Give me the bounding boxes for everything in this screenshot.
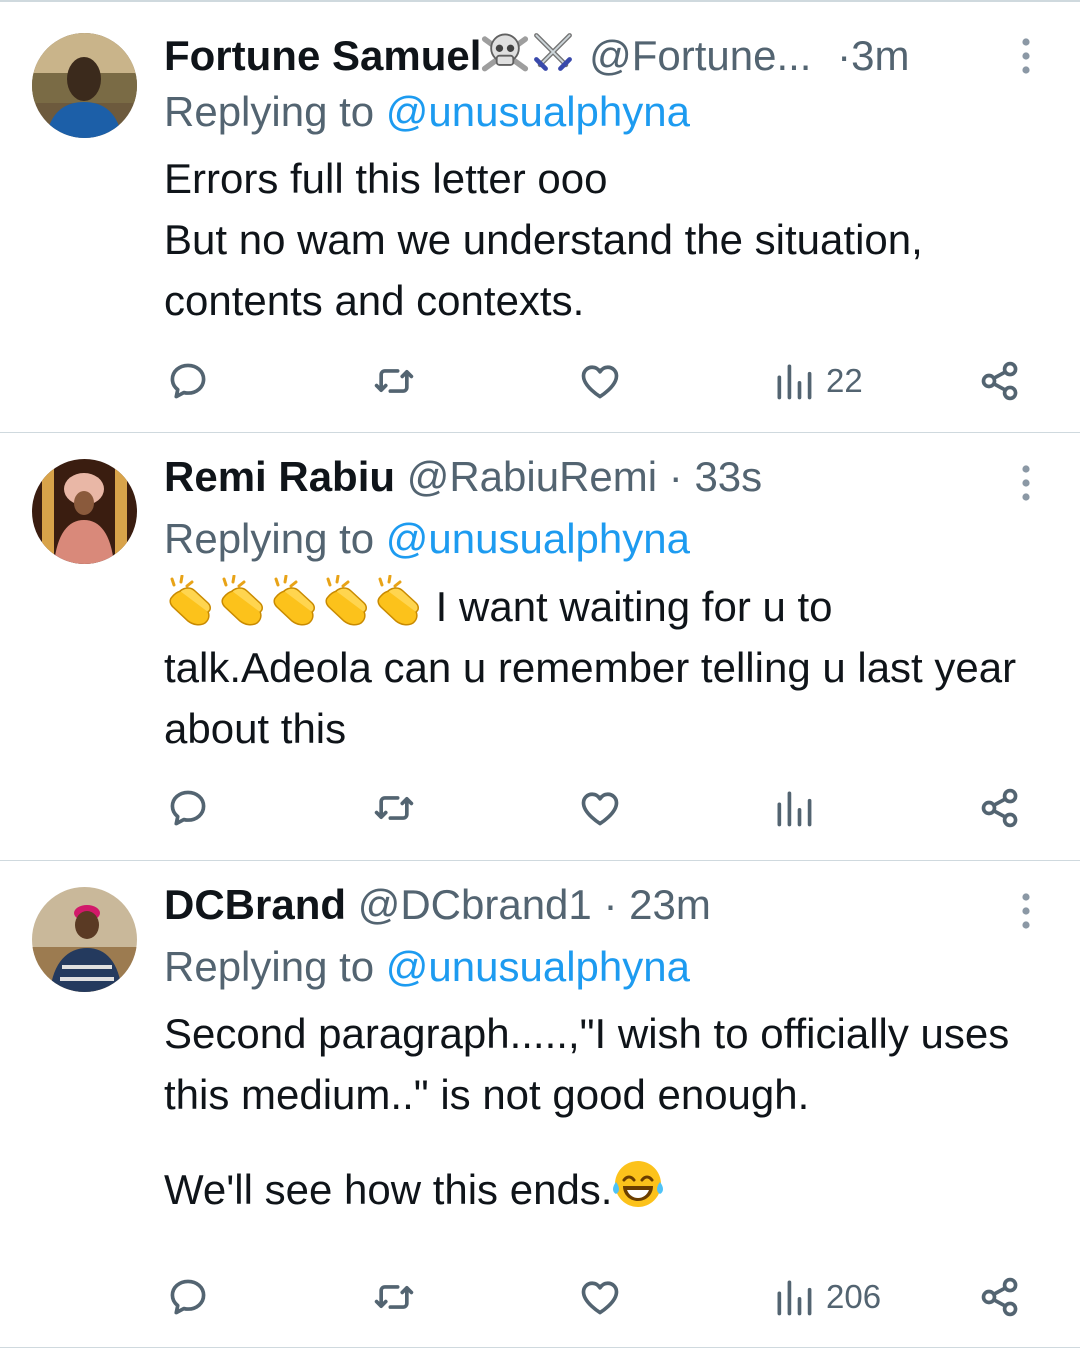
tweet-remi-rabiu[interactable]: Remi Rabiu @RabiuRemi · 33s Replying to … xyxy=(0,433,1080,861)
views-chart-icon xyxy=(772,1275,816,1319)
replying-to: Replying to @unusualphyna xyxy=(164,86,690,138)
tweet-text: Second paragraph.....,"I wish to officia… xyxy=(164,1003,1044,1220)
mention-link[interactable]: @unusualphyna xyxy=(386,88,690,135)
tweet-header: Fortune Samuel @Fortune... ·3m xyxy=(164,28,909,80)
more-vertical-icon[interactable] xyxy=(1014,36,1038,76)
replying-to: Replying to @unusualphyna xyxy=(164,513,690,565)
handle[interactable]: @Fortune... xyxy=(589,32,811,79)
views-chart-icon xyxy=(772,786,816,830)
tweet-header: DCBrand @DCbrand1 · 23m xyxy=(164,879,711,931)
separator: · xyxy=(837,32,852,79)
share-button[interactable] xyxy=(978,1272,1022,1322)
replying-prefix: Replying to xyxy=(164,88,375,135)
avatar[interactable] xyxy=(32,459,137,564)
display-name[interactable]: Remi Rabiu xyxy=(164,453,395,500)
retweet-button[interactable] xyxy=(372,1272,416,1322)
like-button[interactable] xyxy=(578,356,622,406)
like-button[interactable] xyxy=(578,783,622,833)
timestamp[interactable]: 23m xyxy=(629,881,711,928)
paragraph: Second paragraph.....,"I wish to officia… xyxy=(164,1010,1021,1118)
handle[interactable]: @DCbrand1 xyxy=(358,881,592,928)
text-line: Errors full this letter ooo xyxy=(164,155,608,202)
action-bar xyxy=(0,783,1080,833)
share-icon xyxy=(978,786,1022,830)
reply-icon xyxy=(166,786,210,830)
reply-icon xyxy=(166,359,210,403)
action-bar: 22 xyxy=(0,356,1080,406)
clapping-hands-icon xyxy=(320,575,372,627)
tweet-dcbrand[interactable]: DCBrand @DCbrand1 · 23m Replying to @unu… xyxy=(0,861,1080,1348)
handle[interactable]: @RabiuRemi xyxy=(407,453,657,500)
view-count: 22 xyxy=(826,362,863,399)
crossed-swords-icon xyxy=(529,28,577,76)
heart-icon xyxy=(578,359,622,403)
display-name[interactable]: DCBrand xyxy=(164,881,346,928)
replying-prefix: Replying to xyxy=(164,943,375,990)
retweet-button[interactable] xyxy=(372,783,416,833)
share-icon xyxy=(978,1275,1022,1319)
mention-link[interactable]: @unusualphyna xyxy=(386,515,690,562)
clapping-hands-icon xyxy=(164,575,216,627)
reply-icon xyxy=(166,1275,210,1319)
clapping-hands-icon xyxy=(372,575,424,627)
action-bar: 206 xyxy=(0,1272,1080,1322)
tweet-text: I want waiting for u to talk.Adeola can … xyxy=(164,575,1044,759)
heart-icon xyxy=(578,786,622,830)
more-vertical-icon[interactable] xyxy=(1014,463,1038,503)
tweet-header: Remi Rabiu @RabiuRemi · 33s xyxy=(164,451,762,503)
clapping-hands-icon xyxy=(216,575,268,627)
display-name[interactable]: Fortune Samuel xyxy=(164,32,481,79)
tears-of-joy-icon xyxy=(612,1158,664,1210)
heart-icon xyxy=(578,1275,622,1319)
timestamp[interactable]: 33s xyxy=(694,453,762,500)
reply-button[interactable] xyxy=(166,1272,210,1322)
retweet-button[interactable] xyxy=(372,356,416,406)
separator: · xyxy=(668,453,683,500)
views-button[interactable]: 22 xyxy=(772,356,863,406)
retweet-icon xyxy=(372,1275,416,1319)
views-chart-icon xyxy=(772,359,816,403)
views-button[interactable]: 206 xyxy=(772,1272,881,1322)
text-line: But no wam we understand the situation, … xyxy=(164,216,935,324)
timestamp[interactable]: 3m xyxy=(851,32,909,79)
retweet-icon xyxy=(372,786,416,830)
avatar[interactable] xyxy=(32,33,137,138)
replying-to: Replying to @unusualphyna xyxy=(164,941,690,993)
share-button[interactable] xyxy=(978,783,1022,833)
clapping-hands-icon xyxy=(268,575,320,627)
more-vertical-icon[interactable] xyxy=(1014,891,1038,931)
reply-button[interactable] xyxy=(166,783,210,833)
retweet-icon xyxy=(372,359,416,403)
skull-crossbones-icon xyxy=(481,28,529,76)
tweet-text: Errors full this letter ooo But no wam w… xyxy=(164,148,1044,331)
separator: · xyxy=(603,881,618,928)
share-icon xyxy=(978,359,1022,403)
mention-link[interactable]: @unusualphyna xyxy=(386,943,690,990)
view-count: 206 xyxy=(826,1278,882,1315)
clapping-emojis xyxy=(164,583,424,630)
views-button[interactable] xyxy=(772,783,826,833)
like-button[interactable] xyxy=(578,1272,622,1322)
paragraph: We'll see how this ends. xyxy=(164,1166,613,1213)
avatar[interactable] xyxy=(32,887,137,992)
replying-prefix: Replying to xyxy=(164,515,375,562)
reply-feed: Fortune Samuel @Fortune... ·3m Replying … xyxy=(0,0,1080,1349)
tweet-fortune-samuel[interactable]: Fortune Samuel @Fortune... ·3m Replying … xyxy=(0,0,1080,433)
reply-button[interactable] xyxy=(166,356,210,406)
share-button[interactable] xyxy=(978,356,1022,406)
